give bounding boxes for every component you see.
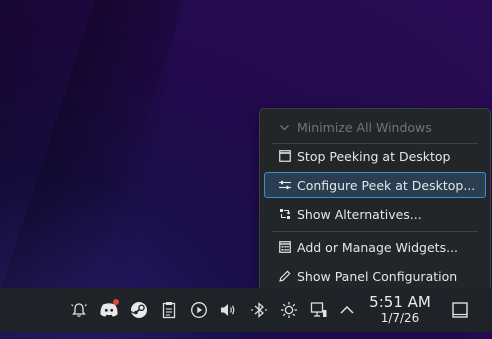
clock-time[interactable]: 5:51 AM: [364, 293, 436, 311]
steam-icon[interactable]: [128, 299, 150, 321]
menu-item-configure-peek[interactable]: Configure Peek at Desktop...: [264, 172, 486, 198]
clipboard-icon[interactable]: [158, 299, 180, 321]
menu-item-manage-widgets[interactable]: Add or Manage Widgets...: [264, 234, 486, 260]
notification-badge: [113, 299, 119, 305]
show-desktop-icon[interactable]: [449, 299, 471, 321]
menu-item-label: Show Panel Configuration: [297, 268, 458, 284]
network-icon[interactable]: [308, 299, 330, 321]
menu-item-label: Add or Manage Widgets...: [297, 239, 459, 255]
sliders-icon: [278, 179, 291, 192]
brightness-icon[interactable]: [278, 299, 300, 321]
volume-icon[interactable]: [218, 299, 240, 321]
media-play-icon[interactable]: [188, 299, 210, 321]
menu-item-stop-peeking[interactable]: Stop Peeking at Desktop: [264, 143, 486, 169]
menu-item-show-alternatives[interactable]: Show Alternatives...: [264, 201, 486, 227]
panel-context-menu: Minimize All Windows Stop Peeking at Des…: [259, 108, 491, 294]
clock-date[interactable]: 1/7/26: [364, 311, 436, 325]
menu-separator: [272, 231, 478, 232]
window-icon: [278, 150, 291, 163]
menu-item-panel-configuration[interactable]: Show Panel Configuration: [264, 263, 486, 289]
expand-tray-icon[interactable]: [336, 299, 358, 321]
chevron-down-icon: [278, 121, 291, 134]
pencil-icon: [278, 270, 291, 283]
notifications-icon[interactable]: [68, 299, 90, 321]
menu-item-minimize-all[interactable]: Minimize All Windows: [264, 114, 486, 140]
menu-item-label: Configure Peek at Desktop...: [297, 177, 476, 193]
discord-icon[interactable]: [98, 299, 120, 321]
menu-item-label: Minimize All Windows: [297, 119, 432, 135]
alternatives-icon: [278, 208, 291, 221]
menu-item-label: Show Alternatives...: [297, 206, 422, 222]
menu-item-label: Stop Peeking at Desktop: [297, 148, 451, 164]
widgets-icon: [278, 241, 291, 254]
bluetooth-icon[interactable]: [248, 299, 270, 321]
